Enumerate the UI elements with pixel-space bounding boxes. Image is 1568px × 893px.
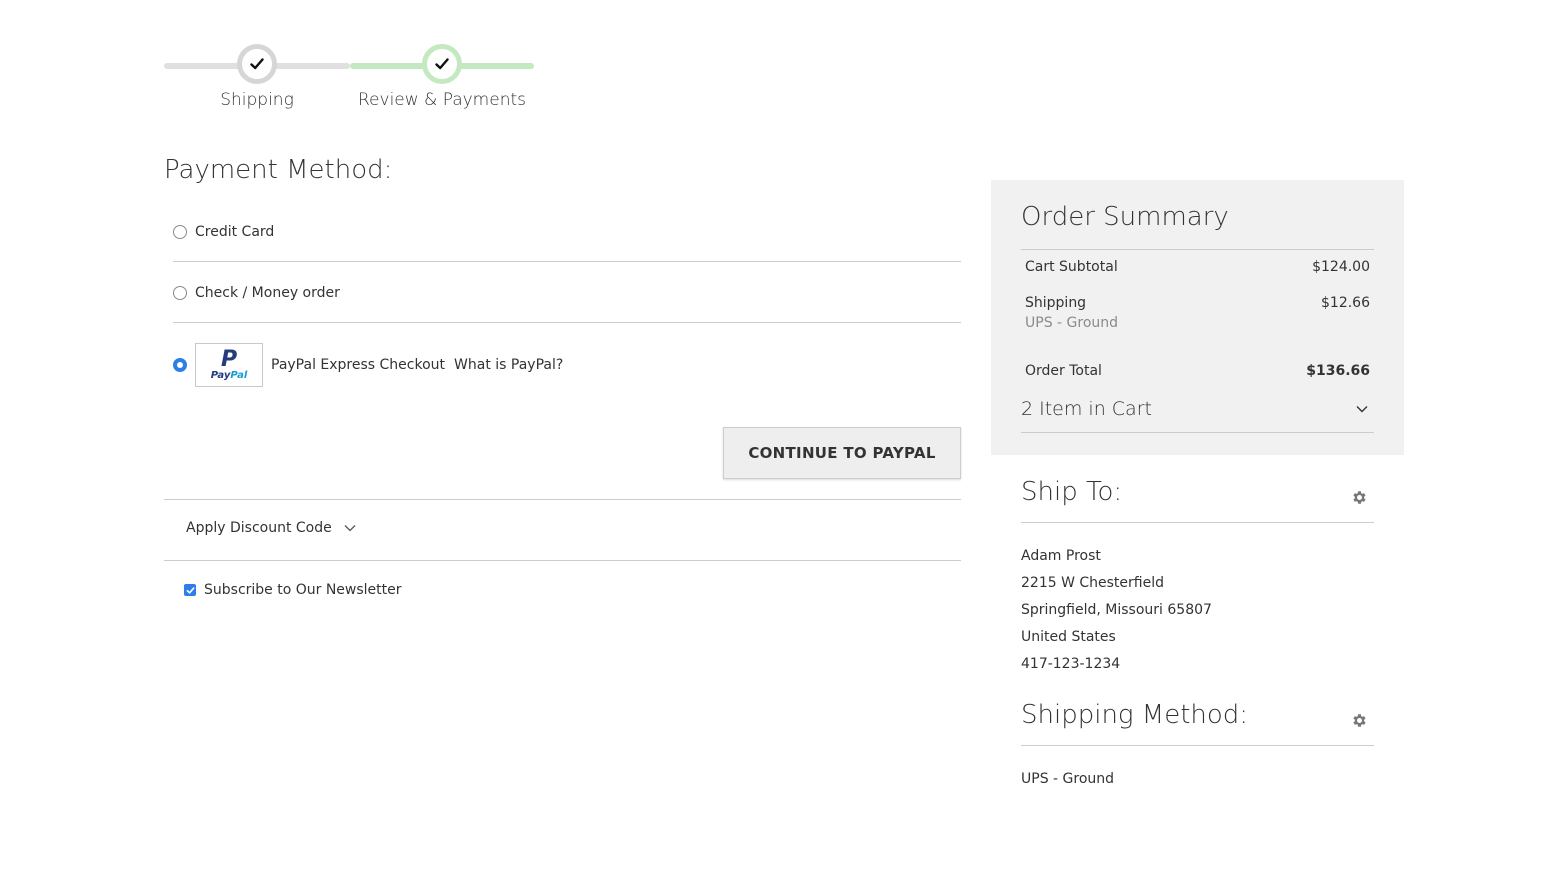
checkout-progress-bar: Shipping Review & Payments [164,40,536,120]
cart-subtotal-row: Cart Subtotal $124.00 [1025,259,1370,275]
newsletter-subscription[interactable]: Subscribe to Our Newsletter [184,582,402,598]
check-money-order-radio[interactable] [173,286,187,300]
ship-to-phone: 417-123-1234 [1021,656,1121,672]
gear-icon[interactable] [1351,489,1368,506]
divider [164,560,961,561]
shipping-method-sublabel: UPS - Ground [1025,315,1119,331]
order-summary-panel: Order Summary Cart Subtotal $124.00 Ship… [991,180,1404,455]
chevron-down-icon [344,525,356,532]
divider [164,499,961,500]
paypal-radio[interactable] [173,358,187,372]
payment-option-check-money-order[interactable]: Check / Money order [173,285,961,301]
step-label-shipping[interactable]: Shipping [220,90,294,110]
ship-to-city: Springfield, Missouri 65807 [1021,602,1212,618]
paypal-wordmark: PayPal [211,370,248,381]
step-label-review-payments: Review & Payments [358,90,526,110]
checkmark-icon [435,58,449,70]
shipping-label: Shipping [1025,295,1087,311]
checkmark-icon [250,58,264,70]
newsletter-checkbox[interactable] [184,584,196,596]
divider [1021,522,1374,523]
continue-to-paypal-button[interactable]: CONTINUE TO PAYPAL [723,427,961,479]
divider [173,261,961,262]
gear-icon[interactable] [1351,712,1368,729]
items-in-cart-toggle[interactable]: 2 Item in Cart [1021,398,1374,420]
paypal-wordmark-pay: Pay [210,369,231,381]
chevron-down-icon [1356,406,1368,413]
divider [173,322,961,323]
paypal-express-label[interactable]: PayPal Express Checkout [271,357,445,373]
order-total-value: $136.66 [1306,363,1370,379]
checkmark-icon [186,586,194,594]
ship-to-country: United States [1021,629,1116,645]
ship-to-street: 2215 W Chesterfield [1021,575,1164,591]
apply-discount-code-label: Apply Discount Code [186,520,332,536]
shipping-method-value: UPS - Ground [1021,771,1115,787]
check-money-order-label[interactable]: Check / Money order [195,285,340,301]
items-in-cart-label: 2 Item in Cart [1021,398,1152,420]
divider [1021,745,1374,746]
apply-discount-code-toggle[interactable]: Apply Discount Code [186,520,356,536]
order-summary-title: Order Summary [1021,202,1229,232]
newsletter-label[interactable]: Subscribe to Our Newsletter [204,582,402,598]
cart-subtotal-value: $124.00 [1312,259,1370,275]
payment-option-paypal[interactable]: P PayPal PayPal Express Checkout What is… [173,343,961,387]
paypal-wordmark-pal: Pal [230,369,248,381]
ship-to-title: Ship To: [1021,477,1123,507]
payment-option-credit-card[interactable]: Credit Card [173,224,961,240]
payment-method-title: Payment Method: [164,155,393,185]
credit-card-label[interactable]: Credit Card [195,224,274,240]
order-total-row: Order Total $136.66 [1025,363,1370,379]
step-review-check-icon [422,44,462,84]
what-is-paypal-link[interactable]: What is PayPal? [454,357,563,373]
ship-to-name: Adam Prost [1021,548,1101,564]
divider [1021,432,1374,433]
step-shipping-check-icon[interactable] [237,44,277,84]
paypal-p-mark: P [220,346,238,372]
credit-card-radio[interactable] [173,225,187,239]
divider [1021,249,1374,250]
shipping-method-title: Shipping Method: [1021,700,1249,730]
cart-subtotal-label: Cart Subtotal [1025,259,1118,275]
order-total-label: Order Total [1025,363,1102,379]
shipping-row: Shipping $12.66 [1025,295,1370,311]
shipping-value: $12.66 [1321,295,1370,311]
paypal-logo: P PayPal [195,343,263,387]
